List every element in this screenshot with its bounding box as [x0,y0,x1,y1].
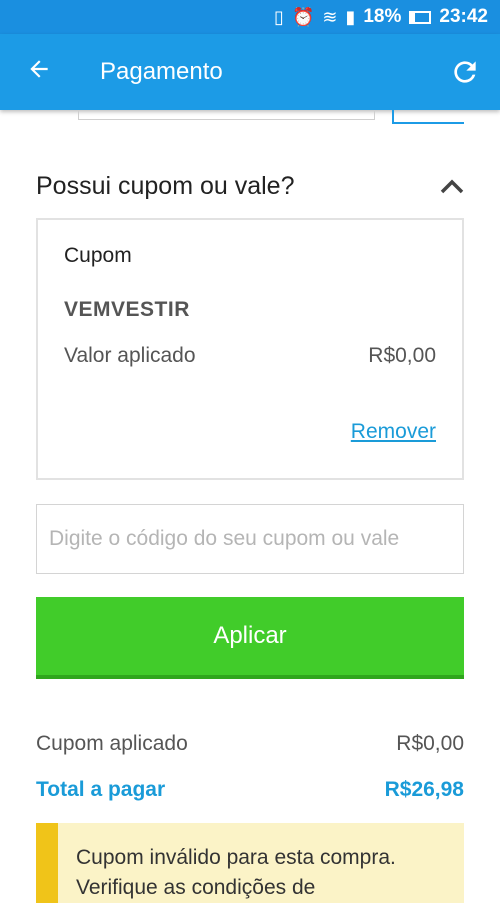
applied-coupon-card: Cupom VEMVESTIR Valor aplicado R$0,00 Re… [36,218,464,480]
applied-value-label: Valor aplicado [64,344,196,367]
wifi-icon: ≋ [322,6,338,27]
applied-value-row: Valor aplicado R$0,00 [64,344,436,368]
coupon-code: VEMVESTIR [64,298,190,321]
coupon-applied-label: Cupom aplicado [36,732,188,755]
coupon-applied-row: Cupom aplicado R$0,00 [36,732,464,756]
coupon-section-header[interactable]: Possui cupom ou vale? [36,166,466,206]
scrolled-content-edge [0,110,500,124]
total-value: R$26,98 [384,778,464,801]
invalid-coupon-warning: Cupom inválido para esta compra. Verifiq… [36,823,464,903]
total-row: Total a pagar R$26,98 [36,778,464,802]
refresh-icon [454,61,476,83]
coupon-applied-value: R$0,00 [396,732,464,755]
page-title: Pagamento [100,58,223,85]
signal-icon: ▮ [345,6,356,27]
coupon-label: Cupom [64,244,132,267]
applied-value-amount: R$0,00 [368,344,436,367]
back-button[interactable] [0,56,78,89]
arrow-left-icon [30,59,48,78]
battery-icon [409,10,432,24]
chevron-up-icon-svg [440,179,464,194]
previous-button-edge [392,110,464,124]
apply-coupon-button[interactable]: Aplicar [36,597,464,679]
clock: 23:42 [439,6,488,27]
coupon-section-title: Possui cupom ou vale? [36,171,295,200]
vibrate-icon: ▯ [274,6,284,27]
coupon-code-input[interactable] [36,504,464,574]
refresh-button[interactable] [430,56,500,88]
previous-field-edge [78,110,375,120]
chevron-up-icon[interactable] [438,177,466,195]
total-label: Total a pagar [36,778,166,801]
status-bar: ▯ ⏰ ≋ ▮ 18% 23:42 [0,0,500,34]
alarm-icon: ⏰ [291,6,315,27]
app-bar: Pagamento [0,34,500,110]
warning-message: Cupom inválido para esta compra. Verifiq… [76,846,396,899]
remove-coupon-link[interactable]: Remover [351,420,436,444]
battery-percent: 18% [363,6,402,27]
